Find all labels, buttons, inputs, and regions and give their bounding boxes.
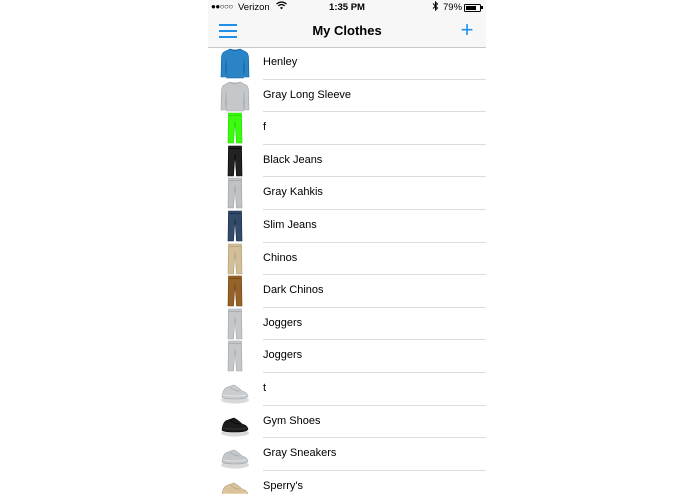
pants-thumbnail-icon (220, 112, 250, 144)
list-item[interactable]: t (208, 373, 486, 406)
add-item-button[interactable]: + (458, 19, 476, 41)
list-item-label: Sperry's (263, 479, 303, 492)
shoes-thumbnail-icon (220, 471, 250, 494)
battery-percentage: 79% (443, 2, 463, 13)
list-item[interactable]: f (208, 112, 486, 145)
list-item[interactable]: Gym Shoes (208, 406, 486, 439)
shoes-thumbnail-icon (220, 438, 250, 470)
pants-thumbnail-icon (220, 340, 250, 372)
list-item-label: t (263, 382, 267, 394)
list-item[interactable]: Chinos (208, 243, 486, 276)
list-item[interactable]: Gray Kahkis (208, 177, 486, 210)
pants-thumbnail-icon (220, 275, 250, 307)
navigation-bar: My Clothes + (208, 15, 486, 48)
shirt-thumbnail-icon (220, 47, 250, 79)
pants-thumbnail-icon (220, 177, 250, 209)
bluetooth-icon (432, 0, 439, 13)
list-item-label: Gray Sneakers (263, 447, 337, 460)
list-item-label: Joggers (263, 349, 303, 362)
battery-tip (481, 6, 483, 9)
list-item[interactable]: Gray Long Sleeve (208, 80, 486, 113)
phone-screen: ●●○○○ Verizon 1:35 PM 79% My Clothes + H… (208, 0, 486, 494)
list-item[interactable]: Henley (208, 47, 486, 80)
list-item-label: f (263, 121, 267, 134)
list-item[interactable]: Joggers (208, 308, 486, 341)
battery-icon (464, 4, 481, 12)
list-item-label: Gym Shoes (263, 414, 321, 427)
pants-thumbnail-icon (220, 145, 250, 177)
list-item[interactable]: Joggers (208, 340, 486, 373)
list-item-label: Dark Chinos (263, 284, 324, 297)
pants-thumbnail-icon (220, 210, 250, 242)
shoes-thumbnail-icon (220, 406, 250, 438)
shirt-thumbnail-icon (220, 80, 250, 112)
list-item-label: Joggers (263, 316, 303, 329)
status-bar: ●●○○○ Verizon 1:35 PM 79% (208, 0, 486, 15)
list-item[interactable]: Black Jeans (208, 145, 486, 178)
list-item[interactable]: Sperry's (208, 471, 486, 494)
list-item-label: Slim Jeans (263, 219, 317, 231)
list-item-label: Henley (263, 56, 298, 68)
list-item-label: Gray Long Sleeve (263, 88, 352, 101)
list-item-label: Chinos (263, 251, 298, 264)
list-item[interactable]: Slim Jeans (208, 210, 486, 243)
list-item-label: Black Jeans (263, 153, 323, 166)
battery-fill (466, 6, 477, 10)
pants-thumbnail-icon (220, 308, 250, 340)
list-item-label: Gray Kahkis (263, 186, 323, 199)
list-item[interactable]: Dark Chinos (208, 275, 486, 308)
shoes-thumbnail-icon (220, 373, 250, 405)
page-title: My Clothes (312, 23, 382, 38)
pants-thumbnail-icon (220, 243, 250, 275)
list-item[interactable]: Gray Sneakers (208, 438, 486, 471)
